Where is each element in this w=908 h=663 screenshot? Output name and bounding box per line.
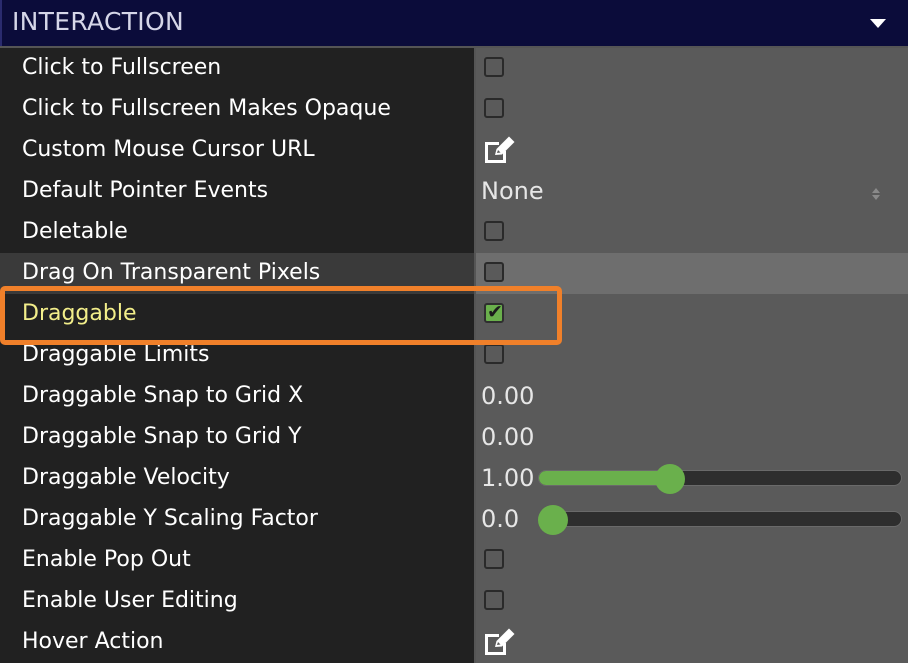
property-row-click-to-fullscreen-makes-opaque[interactable]: Click to Fullscreen Makes Opaque xyxy=(0,89,908,130)
property-value-cell: 0.0 xyxy=(476,499,908,540)
property-row-draggable-limits[interactable]: Draggable Limits xyxy=(0,335,908,376)
property-row-draggable-snap-to-grid-x[interactable]: Draggable Snap to Grid X 0.00 xyxy=(0,376,908,417)
edit-icon[interactable] xyxy=(482,135,516,165)
edit-icon[interactable] xyxy=(482,627,516,657)
select-value: None xyxy=(481,177,544,205)
checkbox[interactable] xyxy=(484,590,504,610)
property-value-cell xyxy=(476,581,908,622)
property-row-custom-mouse-cursor-url[interactable]: Custom Mouse Cursor URL xyxy=(0,130,908,171)
checkmark-icon: ✔ xyxy=(487,301,503,323)
property-row-default-pointer-events[interactable]: Default Pointer Events None xyxy=(0,171,908,212)
property-label: Draggable xyxy=(0,294,474,335)
property-label: Draggable Velocity xyxy=(0,458,474,499)
slider-fill xyxy=(539,471,667,485)
property-row-draggable-y-scaling-factor[interactable]: Draggable Y Scaling Factor 0.0 xyxy=(0,499,908,540)
property-value-cell xyxy=(476,212,908,253)
property-row-draggable[interactable]: Draggable ✔ xyxy=(0,294,908,335)
property-label: Click to Fullscreen xyxy=(0,48,474,89)
property-value-cell[interactable]: 0.00 xyxy=(476,417,908,458)
property-value-cell[interactable]: 0.00 xyxy=(476,376,908,417)
property-label: Draggable Snap to Grid X xyxy=(0,376,474,417)
property-label: Draggable Y Scaling Factor xyxy=(0,499,474,540)
property-label: Enable User Editing xyxy=(0,581,474,622)
section-header-interaction[interactable]: INTERACTION xyxy=(0,0,908,46)
slider-track[interactable] xyxy=(538,511,902,527)
property-value-cell: ✔ xyxy=(476,294,908,335)
checkbox[interactable] xyxy=(484,57,504,77)
property-label: Drag On Transparent Pixels xyxy=(0,253,474,294)
property-value-cell xyxy=(476,622,908,663)
checkbox[interactable] xyxy=(484,221,504,241)
property-row-enable-user-editing[interactable]: Enable User Editing xyxy=(0,581,908,622)
property-label: Default Pointer Events xyxy=(0,171,474,212)
slider-value[interactable]: 0.0 xyxy=(481,499,519,539)
property-label: Draggable Limits xyxy=(0,335,474,376)
property-row-deletable[interactable]: Deletable xyxy=(0,212,908,253)
property-value-cell xyxy=(476,130,908,171)
property-value-cell xyxy=(476,48,908,89)
property-row-draggable-velocity[interactable]: Draggable Velocity 1.00 xyxy=(0,458,908,499)
property-row-click-to-fullscreen[interactable]: Click to Fullscreen xyxy=(0,48,908,89)
slider-thumb[interactable] xyxy=(654,464,685,494)
property-label: Custom Mouse Cursor URL xyxy=(0,130,474,171)
property-value-cell: 1.00 xyxy=(476,458,908,499)
property-label: Click to Fullscreen Makes Opaque xyxy=(0,89,474,130)
property-value-cell xyxy=(476,540,908,581)
number-value[interactable]: 0.00 xyxy=(481,417,534,457)
pointer-events-select[interactable]: None xyxy=(476,171,908,212)
number-value[interactable]: 0.00 xyxy=(481,376,534,416)
property-row-enable-pop-out[interactable]: Enable Pop Out xyxy=(0,540,908,581)
checkbox[interactable] xyxy=(484,549,504,569)
property-label: Draggable Snap to Grid Y xyxy=(0,417,474,458)
property-row-hover-action[interactable]: Hover Action xyxy=(0,622,908,663)
collapse-caret-icon[interactable] xyxy=(870,19,886,28)
checkbox[interactable] xyxy=(484,262,504,282)
slider-thumb[interactable] xyxy=(538,505,568,535)
checkbox[interactable]: ✔ xyxy=(484,301,504,323)
spinner-icon[interactable] xyxy=(872,186,880,200)
checkbox[interactable] xyxy=(484,344,504,364)
property-value-cell xyxy=(476,335,908,376)
slider-value[interactable]: 1.00 xyxy=(481,458,534,498)
property-label: Enable Pop Out xyxy=(0,540,474,581)
slider-track[interactable] xyxy=(538,470,902,486)
property-label: Deletable xyxy=(0,212,474,253)
property-row-drag-on-transparent-pixels[interactable]: Drag On Transparent Pixels xyxy=(0,253,908,294)
section-title: INTERACTION xyxy=(12,7,184,36)
property-list: Click to Fullscreen Click to Fullscreen M… xyxy=(0,48,908,663)
property-row-draggable-snap-to-grid-y[interactable]: Draggable Snap to Grid Y 0.00 xyxy=(0,417,908,458)
property-label: Hover Action xyxy=(0,622,474,663)
property-value-cell xyxy=(476,89,908,130)
checkbox[interactable] xyxy=(484,98,504,118)
property-value-cell xyxy=(476,253,908,294)
